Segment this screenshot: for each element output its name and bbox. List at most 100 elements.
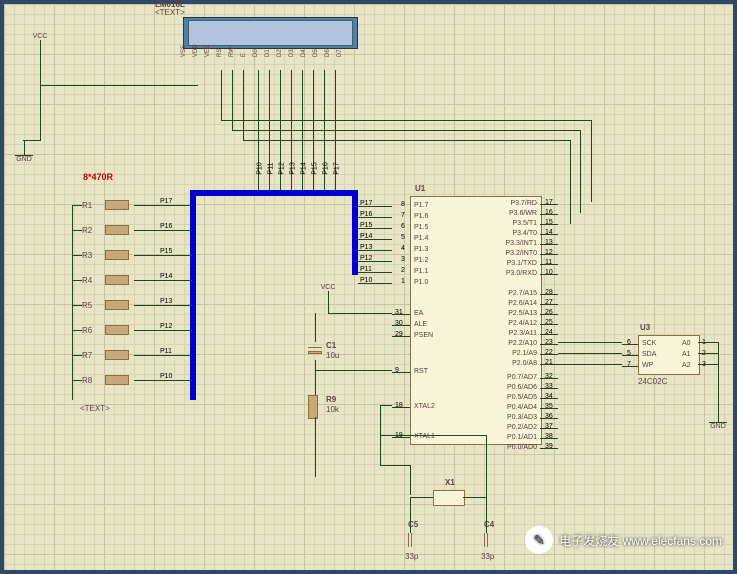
c1-ref: C1 — [326, 341, 336, 350]
wire — [72, 380, 82, 381]
resistor-r3[interactable]: R3 — [82, 250, 134, 260]
u1-pin-name: RST — [414, 368, 428, 375]
u3-ref: U3 — [640, 323, 650, 332]
resistor-network-label: 8*470R — [83, 172, 113, 182]
lcd-pin-label: D7 — [337, 49, 343, 57]
u1-pin-name: P2.0/A8 — [495, 360, 537, 367]
lcd-pin-label: RW — [229, 49, 235, 57]
wire — [540, 314, 558, 315]
wire — [380, 405, 392, 406]
resistor-r2[interactable]: R2 — [82, 225, 134, 235]
resistor-r1[interactable]: R1 — [82, 200, 134, 210]
wire — [540, 254, 558, 255]
u3-pin-name: SCK — [642, 340, 656, 347]
wire — [540, 364, 558, 365]
wire — [328, 303, 329, 313]
wire — [23, 140, 41, 141]
wire — [243, 140, 570, 141]
net-label: P16 — [323, 162, 330, 174]
lcd-pin-label: D2 — [277, 49, 283, 57]
wire — [540, 388, 558, 389]
c5-value: 33p — [405, 552, 418, 561]
lcd-pin-label: D6 — [325, 49, 331, 57]
gnd-terminal-left: GND — [14, 140, 34, 163]
net-label: P11 — [267, 163, 274, 175]
wire — [698, 353, 718, 354]
net-label: P11 — [160, 348, 172, 355]
u3-pin-name: SDA — [642, 351, 656, 358]
x1-crystal[interactable] — [433, 490, 465, 506]
wire — [72, 255, 82, 256]
net-label: P13 — [290, 162, 297, 174]
net-label: P14 — [160, 273, 172, 280]
wire — [392, 372, 410, 373]
u1-pin-name: P0.5/AD5 — [495, 394, 537, 401]
u1-pin-name: P2.3/A11 — [495, 330, 537, 337]
wire — [221, 70, 222, 120]
wire — [72, 280, 82, 281]
wire — [540, 334, 558, 335]
wire — [540, 214, 558, 215]
wire — [392, 407, 410, 408]
resistor-r4[interactable]: R4 — [82, 275, 134, 285]
wire — [540, 294, 558, 295]
u1-pin-num: 1 — [401, 278, 405, 285]
wire — [315, 417, 316, 477]
wire — [380, 405, 381, 465]
resistor-r6[interactable]: R6 — [82, 325, 134, 335]
text-label: <TEXT> — [80, 404, 110, 413]
wire — [134, 255, 192, 256]
lcd-pin-label: E — [241, 49, 247, 57]
resistor-r5[interactable]: R5 — [82, 300, 134, 310]
resistor-r8[interactable]: R8 — [82, 375, 134, 385]
wire — [328, 313, 392, 314]
wire — [622, 355, 638, 356]
u1-pin-name: P3.6/WR — [495, 210, 537, 217]
wire — [390, 435, 486, 436]
wire — [540, 224, 558, 225]
u1-pin-num: 8 — [401, 201, 405, 208]
wire — [591, 120, 592, 202]
wire — [232, 70, 233, 130]
wire — [315, 370, 316, 395]
u1-pin-name: P1.4 — [414, 235, 428, 242]
u1-pin-name: P3.5/T1 — [495, 220, 537, 227]
gnd-terminal-right: GND — [708, 422, 728, 430]
wire — [134, 305, 192, 306]
watermark-icon: ✎ — [525, 526, 553, 554]
wire — [540, 304, 558, 305]
wire — [570, 140, 571, 224]
u1-pin-name: P2.2/A10 — [495, 340, 537, 347]
net-label: P10 — [160, 373, 172, 380]
wire — [315, 360, 316, 370]
wire — [622, 366, 638, 367]
wire — [540, 418, 558, 419]
wire — [540, 378, 558, 379]
lcd-pin-label: D1 — [265, 49, 271, 57]
c5-capacitor[interactable] — [405, 533, 415, 547]
wire — [315, 370, 392, 371]
c1-capacitor[interactable] — [308, 342, 322, 360]
wire — [134, 230, 192, 231]
net-label: P15 — [360, 222, 372, 229]
u1-pin-name: P3.4/T0 — [495, 230, 537, 237]
r9-resistor[interactable] — [308, 395, 318, 419]
u3-part: 24C02C — [638, 377, 667, 386]
resistor-r7[interactable]: R7 — [82, 350, 134, 360]
wire — [134, 330, 192, 331]
u1-pin-name: P0.1/AD1 — [495, 434, 537, 441]
net-label: P12 — [160, 323, 172, 330]
r9-value: 10k — [326, 405, 339, 414]
lcd-pin-label: VEE — [205, 49, 211, 57]
wire — [134, 205, 192, 206]
wire — [486, 435, 487, 465]
wire — [698, 342, 718, 343]
u1-pin-name: P1.6 — [414, 213, 428, 220]
u1-pin-name: P3.3/INT1 — [495, 240, 537, 247]
u1-pin-name: P2.1/A9 — [495, 350, 537, 357]
wire — [622, 344, 638, 345]
bus-segment — [190, 190, 196, 400]
u1-pin-name: P2.4/A12 — [495, 320, 537, 327]
lcd-pin-label: D0 — [253, 49, 259, 57]
c4-capacitor[interactable] — [481, 533, 491, 547]
